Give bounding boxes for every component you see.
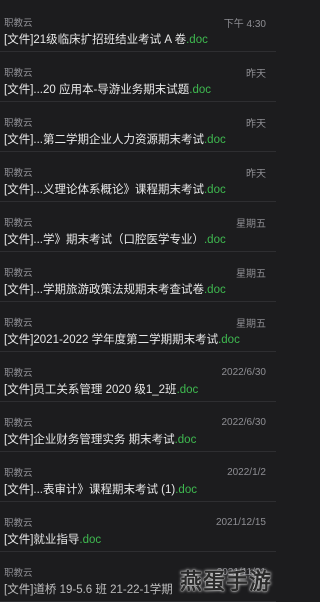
file-name: [文件]...义理论体系概论》课程期末考试 <box>4 184 204 196</box>
list-item[interactable]: 职教云 2022/6/30 [文件]员工关系管理 2020 级1_2班.doc <box>0 352 276 402</box>
file-extension: .doc <box>175 484 197 496</box>
watermark-logo: 燕蛋手游 <box>179 569 272 595</box>
message-preview: [文件]2021-2022 学年度第二学期期末考试.doc <box>4 332 266 348</box>
message-preview: [文件]企业财务管理实务 期末考试.doc <box>4 432 266 448</box>
file-name: [文件]员工关系管理 2020 级1_2班 <box>4 384 177 396</box>
message-preview: [文件]...表审计》课程期末考试 (1).doc <box>4 482 266 498</box>
timestamp: 2022/6/30 <box>221 416 267 428</box>
list-item[interactable]: 职教云 昨天 [文件]...义理论体系概论》课程期末考试.doc <box>0 152 276 202</box>
timestamp: 2022/6/30 <box>221 366 267 378</box>
timestamp: 2022/1/2 <box>227 466 266 478</box>
sender-name: 职教云 <box>4 18 33 29</box>
sender-name: 职教云 <box>4 268 33 279</box>
message-preview: [文件]员工关系管理 2020 级1_2班.doc <box>4 382 266 398</box>
sender-name: 职教云 <box>4 518 33 529</box>
file-extension: .doc <box>218 334 240 346</box>
file-name: [文件]...20 应用本-导游业务期末试题 <box>4 84 190 96</box>
timestamp: 星期五 <box>236 268 266 280</box>
file-name: [文件]21级临床扩招班结业考试 A 卷 <box>4 34 187 46</box>
file-extension: .doc <box>203 184 226 196</box>
file-extension: .doc <box>203 284 226 296</box>
sender-name: 职教云 <box>4 218 33 229</box>
sender-name: 职教云 <box>4 568 33 579</box>
file-extension: .doc <box>174 434 197 446</box>
file-extension: .doc <box>189 84 212 96</box>
timestamp: 昨天 <box>246 68 266 80</box>
list-item[interactable]: 职教云 星期五 [文件]...学期旅游政策法规期末考查试卷.doc <box>0 252 276 302</box>
list-item[interactable]: 职教云 2021/12/15 [文件]就业指导.doc <box>0 502 276 552</box>
list-item[interactable]: 职教云 2022/1/2 [文件]...表审计》课程期末考试 (1).doc <box>0 452 276 502</box>
file-name: [文件]...表审计》课程期末考试 (1) <box>4 484 176 496</box>
message-preview: [文件]...学期旅游政策法规期末考查试卷.doc <box>4 282 266 298</box>
sender-name: 职教云 <box>4 468 33 479</box>
file-extension: .doc <box>203 134 226 146</box>
timestamp: 昨天 <box>246 118 266 130</box>
list-item[interactable]: 职教云 星期五 [文件]2021-2022 学年度第二学期期末考试.doc <box>0 302 276 352</box>
list-item[interactable]: 职教云 2022/6/30 [文件]企业财务管理实务 期末考试.doc <box>0 402 276 452</box>
sender-name: 职教云 <box>4 368 33 379</box>
file-extension: .doc <box>186 34 208 46</box>
file-name: [文件]...学》期末考试（口腔医学专业） <box>4 234 204 246</box>
timestamp: 2021/12/15 <box>215 516 266 528</box>
timestamp: 星期五 <box>236 318 266 330</box>
file-name: [文件]道桥 19-5.6 班 21-22-1学期 <box>4 584 173 596</box>
message-preview: [文件]就业指导.doc <box>4 532 266 548</box>
message-preview: [文件]...义理论体系概论》课程期末考试.doc <box>4 182 266 198</box>
file-extension: .doc <box>203 234 226 246</box>
list-item[interactable]: 职教云 下午 4:30 [文件]21级临床扩招班结业考试 A 卷.doc <box>0 0 276 52</box>
message-preview: [文件]21级临床扩招班结业考试 A 卷.doc <box>4 32 266 48</box>
list-item[interactable]: 职教云 昨天 [文件]...第二学期企业人力资源期末考试.doc <box>0 102 276 152</box>
file-name: [文件]就业指导 <box>4 534 80 546</box>
chat-list: 职教云 下午 4:30 [文件]21级临床扩招班结业考试 A 卷.doc 职教云… <box>0 0 276 602</box>
file-extension: .doc <box>79 534 102 546</box>
timestamp: 昨天 <box>246 168 266 180</box>
file-name: [文件]...第二学期企业人力资源期末考试 <box>4 134 204 146</box>
file-name: [文件]2021-2022 学年度第二学期期末考试 <box>4 334 219 346</box>
message-preview: [文件]...20 应用本-导游业务期末试题.doc <box>4 82 266 98</box>
file-name: [文件]企业财务管理实务 期末考试 <box>4 434 175 446</box>
message-preview: [文件]...学》期末考试（口腔医学专业）.doc <box>4 232 266 248</box>
sender-name: 职教云 <box>4 168 33 179</box>
sender-name: 职教云 <box>4 418 33 429</box>
sender-name: 职教云 <box>4 318 33 329</box>
list-item[interactable]: 职教云 昨天 [文件]...20 应用本-导游业务期末试题.doc <box>0 52 276 102</box>
timestamp: 星期五 <box>236 218 266 230</box>
file-name: [文件]...学期旅游政策法规期末考查试卷 <box>4 284 204 296</box>
file-extension: .doc <box>176 384 199 396</box>
sender-name: 职教云 <box>4 118 33 129</box>
timestamp: 下午 4:30 <box>223 18 266 30</box>
message-preview: [文件]...第二学期企业人力资源期末考试.doc <box>4 132 266 148</box>
list-item[interactable]: 职教云 星期五 [文件]...学》期末考试（口腔医学专业）.doc <box>0 202 276 252</box>
sender-name: 职教云 <box>4 68 33 79</box>
